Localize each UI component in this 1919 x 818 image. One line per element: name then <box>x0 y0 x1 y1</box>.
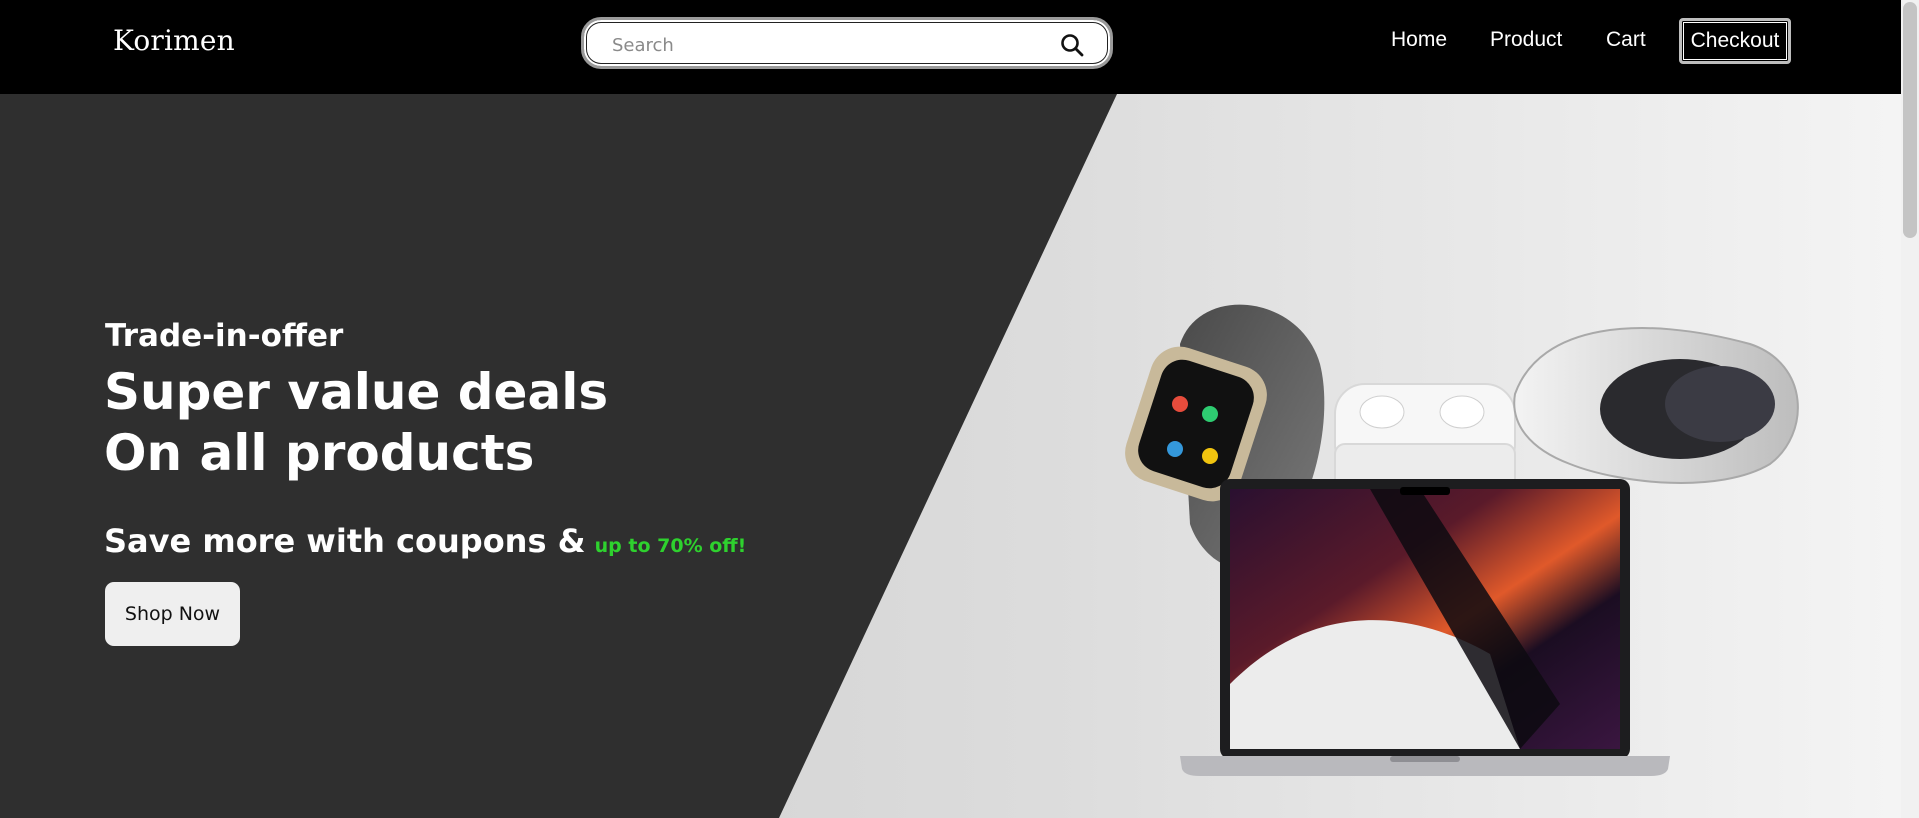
search-box <box>581 17 1113 69</box>
nav-link-product[interactable]: Product <box>1490 28 1562 52</box>
coupon-highlight: up to 70% off! <box>594 535 747 557</box>
shop-now-button[interactable]: Shop Now <box>105 582 240 646</box>
hero-headline-line1: Super value deals <box>104 363 609 421</box>
search-icon[interactable] <box>1059 32 1085 58</box>
nav-link-checkout[interactable]: Checkout <box>1679 18 1791 64</box>
coupon-line: Save more with coupons & up to 70% off! <box>104 522 746 560</box>
brand-logo[interactable]: Korimen <box>113 24 235 57</box>
coupon-text: Save more with coupons & <box>104 522 586 560</box>
hero-product-image <box>1125 304 1799 776</box>
navbar: Korimen Home Product Cart Checkout <box>0 0 1901 94</box>
search-input[interactable] <box>610 31 1034 59</box>
nav-link-home[interactable]: Home <box>1391 28 1447 52</box>
page-scrollbar[interactable] <box>1901 0 1919 818</box>
hero-tagline: Trade-in-offer <box>105 318 344 354</box>
hero-banner: Trade-in-offer Super value deals On all … <box>0 94 1901 818</box>
hero-headline-line2: On all products <box>104 424 535 482</box>
nav-link-cart[interactable]: Cart <box>1606 28 1646 52</box>
scrollbar-thumb[interactable] <box>1903 2 1917 238</box>
